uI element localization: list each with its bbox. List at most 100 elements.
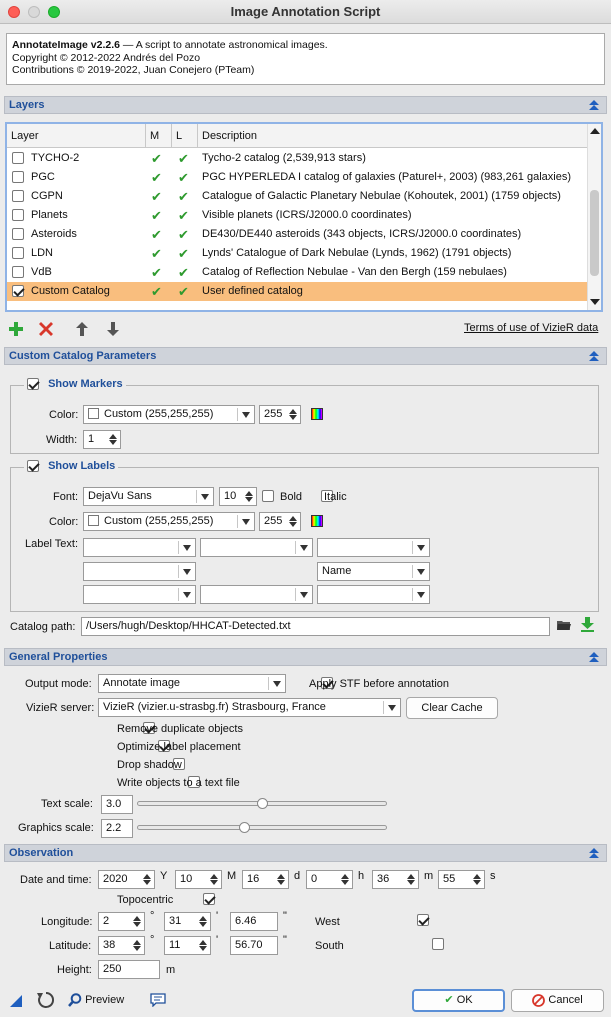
labels-alpha-spinbox[interactable]: 255 xyxy=(259,512,301,531)
labels-font-size-spinbox[interactable]: 10 xyxy=(219,487,257,506)
bold-checkbox[interactable] xyxy=(262,490,274,503)
label-check-icon[interactable]: ✔ xyxy=(178,244,198,263)
topocentric-checkbox[interactable] xyxy=(203,893,216,906)
scroll-up-icon[interactable] xyxy=(590,127,600,135)
label-text-select-2[interactable] xyxy=(200,538,313,557)
label-text-select-7[interactable] xyxy=(83,585,196,604)
label-check-icon[interactable]: ✔ xyxy=(178,187,198,206)
label-text-select-4[interactable] xyxy=(83,562,196,581)
layer-row[interactable]: PGC ✔ ✔ PGC HYPERLEDA I catalog of galaxies… xyxy=(7,168,589,187)
hour-spinbox[interactable]: 0 xyxy=(306,870,353,889)
spin-up-icon[interactable] xyxy=(199,916,207,921)
labels-color-select[interactable]: Custom (255,255,255) xyxy=(83,512,255,531)
column-header-description[interactable]: Description xyxy=(198,124,589,148)
column-header-m[interactable]: M xyxy=(146,124,172,148)
graphics-scale-slider[interactable] xyxy=(137,822,387,833)
spin-up-icon[interactable] xyxy=(407,874,415,879)
graphics-scale-input[interactable]: 2.2 xyxy=(101,819,133,838)
scroll-down-icon[interactable] xyxy=(590,298,600,306)
scrollbar-thumb[interactable] xyxy=(590,190,599,276)
spin-down-icon[interactable] xyxy=(133,946,141,951)
spin-up-icon[interactable] xyxy=(210,874,218,879)
color-spectrum-icon[interactable] xyxy=(311,408,323,420)
observation-section-header[interactable]: Observation xyxy=(4,844,607,862)
label-check-icon[interactable]: ✔ xyxy=(178,282,198,301)
markers-alpha-spinbox[interactable]: 255 xyxy=(259,405,301,424)
spin-down-icon[interactable] xyxy=(407,880,415,885)
zoom-window-button[interactable] xyxy=(48,6,60,18)
latitude-degrees-spinbox[interactable]: 38 xyxy=(98,936,145,955)
spin-up-icon[interactable] xyxy=(143,874,151,879)
spin-up-icon[interactable] xyxy=(133,916,141,921)
graphics-scale-slider-handle[interactable] xyxy=(239,822,250,833)
column-header-l[interactable]: L xyxy=(172,124,198,148)
preview-button[interactable]: Preview xyxy=(68,992,124,1010)
marker-check-icon[interactable]: ✔ xyxy=(151,282,171,301)
spin-down-icon[interactable] xyxy=(199,922,207,927)
marker-check-icon[interactable]: ✔ xyxy=(151,244,171,263)
spin-down-icon[interactable] xyxy=(210,880,218,885)
layer-checkbox[interactable] xyxy=(12,228,24,241)
marker-check-icon[interactable]: ✔ xyxy=(151,225,171,244)
download-icon[interactable] xyxy=(580,617,595,633)
minute-spinbox[interactable]: 36 xyxy=(372,870,419,889)
spin-up-icon[interactable] xyxy=(133,940,141,945)
label-check-icon[interactable]: ✔ xyxy=(178,225,198,244)
layer-checkbox[interactable] xyxy=(12,266,24,279)
layer-row[interactable]: LDN ✔ ✔ Lynds' Catalogue of Dark Nebulae (L… xyxy=(7,244,589,263)
spin-down-icon[interactable] xyxy=(133,922,141,927)
layer-checkbox[interactable] xyxy=(12,171,24,184)
collapse-icon[interactable] xyxy=(588,99,600,111)
spin-up-icon[interactable] xyxy=(341,874,349,879)
markers-width-spinbox[interactable]: 1 xyxy=(83,430,121,449)
reset-icon[interactable] xyxy=(37,991,55,1009)
text-scale-input[interactable]: 3.0 xyxy=(101,795,133,814)
add-layer-icon[interactable] xyxy=(9,322,23,336)
longitude-degrees-spinbox[interactable]: 2 xyxy=(98,912,145,931)
marker-check-icon[interactable]: ✔ xyxy=(151,168,171,187)
label-text-select-6[interactable]: Name xyxy=(317,562,430,581)
text-scale-slider-handle[interactable] xyxy=(257,798,268,809)
clear-cache-button[interactable]: Clear Cache xyxy=(406,697,498,719)
spin-down-icon[interactable] xyxy=(199,946,207,951)
label-check-icon[interactable]: ✔ xyxy=(178,168,198,187)
marker-check-icon[interactable]: ✔ xyxy=(151,187,171,206)
height-input[interactable]: 250 xyxy=(98,960,160,979)
day-spinbox[interactable]: 16 xyxy=(242,870,289,889)
second-spinbox[interactable]: 55 xyxy=(438,870,485,889)
layer-checkbox[interactable] xyxy=(12,190,24,203)
labels-font-select[interactable]: DejaVu Sans xyxy=(83,487,214,506)
layer-row[interactable]: Planets ✔ ✔ Visible planets (ICRS/J2000.0 c… xyxy=(7,206,589,225)
spin-down-icon[interactable] xyxy=(143,880,151,885)
spin-down-icon[interactable] xyxy=(341,880,349,885)
move-up-icon[interactable] xyxy=(76,322,88,336)
latitude-minutes-spinbox[interactable]: 11 xyxy=(164,936,211,955)
spin-up-icon[interactable] xyxy=(277,874,285,879)
cancel-button[interactable]: Cancel xyxy=(511,989,604,1012)
longitude-seconds-input[interactable]: 6.46 xyxy=(230,912,278,931)
marker-check-icon[interactable]: ✔ xyxy=(151,206,171,225)
catalog-path-input[interactable]: /Users/hugh/Desktop/HHCAT-Detected.txt xyxy=(81,617,550,636)
show-labels-checkbox[interactable] xyxy=(27,460,39,473)
folder-icon[interactable] xyxy=(557,619,571,631)
layers-section-header[interactable]: Layers xyxy=(4,96,607,114)
comment-icon[interactable] xyxy=(150,993,166,1007)
vizier-terms-link[interactable]: Terms of use of VizieR data xyxy=(464,322,598,334)
layers-table[interactable]: Layer M L Description TYCHO-2 ✔ ✔ Tycho-2 c… xyxy=(5,122,603,312)
delete-layer-icon[interactable] xyxy=(39,322,53,336)
collapse-icon[interactable] xyxy=(588,350,600,362)
label-text-select-3[interactable] xyxy=(317,538,430,557)
year-spinbox[interactable]: 2020 xyxy=(98,870,155,889)
spin-up-icon[interactable] xyxy=(109,434,117,439)
markers-color-select[interactable]: Custom (255,255,255) xyxy=(83,405,255,424)
marker-check-icon[interactable]: ✔ xyxy=(151,149,171,168)
ok-button[interactable]: ✔ OK xyxy=(412,989,505,1012)
spin-up-icon[interactable] xyxy=(245,491,253,496)
spin-up-icon[interactable] xyxy=(199,940,207,945)
layer-row[interactable]: VdB ✔ ✔ Catalog of Reflection Nebulae - Van… xyxy=(7,263,589,282)
show-markers-checkbox[interactable] xyxy=(27,378,39,391)
minimize-window-button[interactable] xyxy=(28,6,40,18)
label-check-icon[interactable]: ✔ xyxy=(178,149,198,168)
move-down-icon[interactable] xyxy=(107,322,119,336)
month-spinbox[interactable]: 10 xyxy=(175,870,222,889)
